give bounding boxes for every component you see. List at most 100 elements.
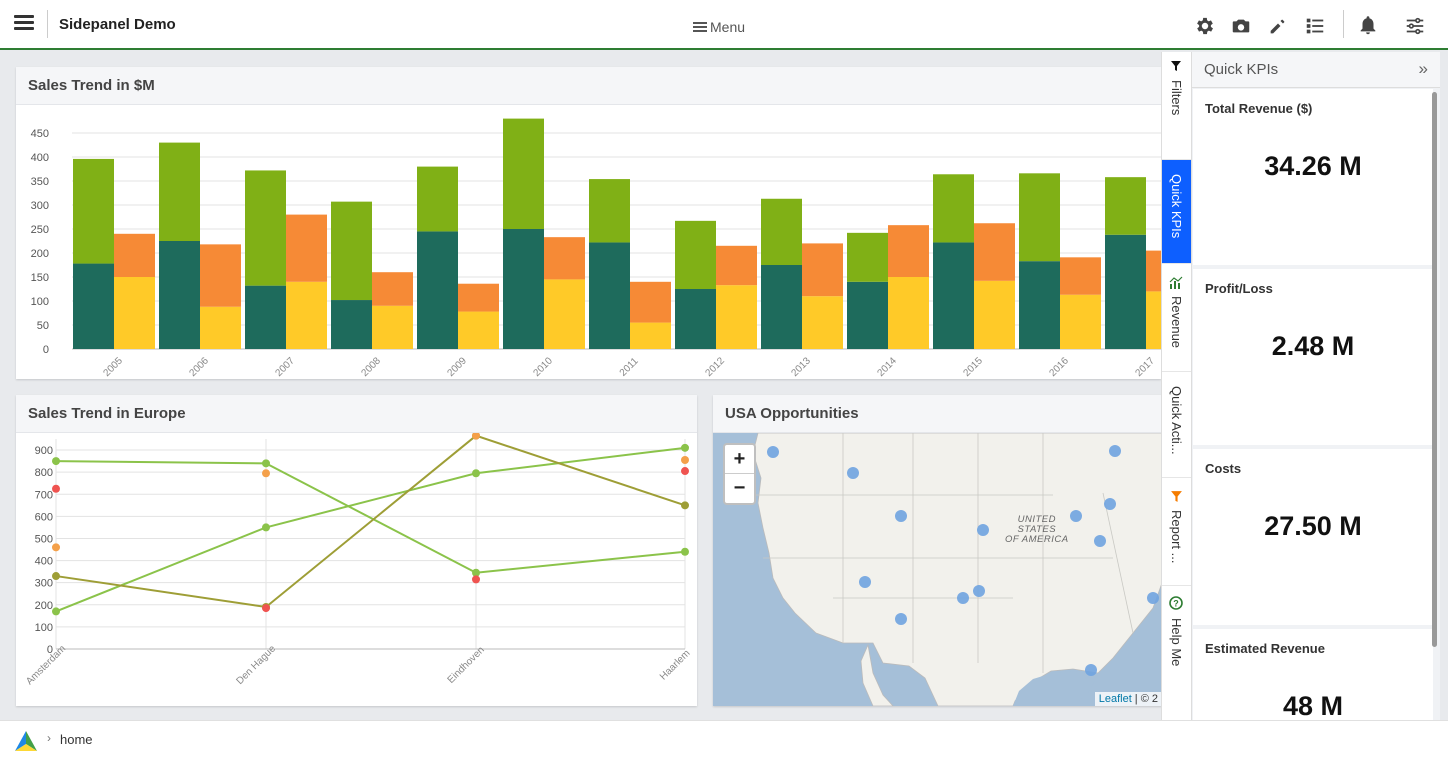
- y-tick-label: 400: [31, 152, 49, 164]
- y-tick-label: 250: [31, 224, 49, 236]
- tab-label: Quick Acti...: [1169, 386, 1184, 455]
- map-marker: [847, 467, 859, 479]
- y-tick-label: 100: [35, 622, 53, 634]
- bar: [73, 263, 114, 349]
- kpi-scrollbar[interactable]: [1432, 92, 1437, 647]
- pencil-icon[interactable]: [1267, 15, 1289, 37]
- attribution-text: | © 2: [1131, 693, 1158, 705]
- y-tick-label: 700: [35, 489, 53, 501]
- data-point: [472, 469, 480, 478]
- x-tick-label: 2006: [187, 355, 211, 379]
- x-tick-label: 2010: [531, 355, 555, 379]
- bar: [761, 265, 802, 349]
- bar: [1146, 291, 1161, 349]
- y-tick-label: 0: [43, 344, 49, 356]
- y-tick-label: 350: [31, 176, 49, 188]
- logo-icon[interactable]: [13, 730, 39, 752]
- card-title: Sales Trend in Europe: [16, 395, 697, 433]
- bar: [114, 277, 155, 349]
- hamburger-menu-icon[interactable]: [14, 15, 34, 33]
- data-point: [52, 543, 60, 552]
- usa-map-card: USA Opportunities UNITED STATES OF AMERI…: [713, 395, 1162, 706]
- kpi-panel-title: Quick KPIs: [1204, 61, 1279, 78]
- data-point: [681, 443, 689, 452]
- bar: [1019, 173, 1060, 262]
- bar: [675, 289, 716, 349]
- tab-filters[interactable]: Filters: [1162, 52, 1192, 160]
- zoom-out-button[interactable]: −: [725, 474, 754, 503]
- divider: [1343, 10, 1344, 38]
- camera-icon[interactable]: [1230, 15, 1252, 37]
- map-marker: [1070, 510, 1082, 522]
- breadcrumb-home[interactable]: home: [60, 732, 93, 747]
- y-tick-label: 200: [31, 248, 49, 260]
- chart-icon: [1169, 276, 1183, 289]
- menu-label: Menu: [710, 19, 746, 35]
- bar: [458, 311, 499, 349]
- kpi-label: Profit/Loss: [1205, 281, 1273, 296]
- bar: [159, 241, 200, 349]
- kpi-card: Total Revenue ($) 34.26 M: [1193, 89, 1433, 265]
- data-point: [52, 457, 60, 466]
- kpi-value: 27.50 M: [1264, 511, 1362, 541]
- x-tick-label: 2007: [273, 355, 297, 379]
- map-marker: [767, 446, 779, 458]
- gear-icon[interactable]: [1194, 15, 1216, 37]
- bar: [286, 214, 327, 282]
- map-marker: [895, 510, 907, 522]
- data-point: [262, 604, 270, 613]
- tab-help-me[interactable]: ? Help Me: [1162, 590, 1192, 720]
- kpi-label: Costs: [1205, 461, 1242, 476]
- list-icon[interactable]: [1304, 15, 1326, 37]
- bar: [1060, 294, 1101, 349]
- data-point: [262, 469, 270, 478]
- bar: [417, 231, 458, 349]
- map-view[interactable]: UNITED STATES OF AMERICA + − Leaflet | ©…: [713, 433, 1162, 706]
- tab-quick-kpis[interactable]: Quick KPIs: [1162, 160, 1192, 264]
- bar: [544, 237, 585, 280]
- bar: [933, 242, 974, 349]
- bar: [716, 285, 757, 349]
- kpi-panel: Quick KPIs » Total Revenue ($) 34.26 M P…: [1191, 52, 1440, 720]
- kpi-card: Estimated Revenue 48 M: [1193, 629, 1433, 720]
- y-tick-label: 300: [35, 578, 53, 590]
- x-tick-label: 2008: [359, 355, 383, 379]
- map-marker: [1094, 535, 1106, 547]
- funnel-icon: [1171, 491, 1182, 502]
- bar: [245, 170, 286, 286]
- menu-button[interactable]: Menu: [693, 19, 745, 35]
- tab-reports[interactable]: Report ...: [1162, 482, 1192, 586]
- leaflet-link[interactable]: Leaflet: [1099, 693, 1132, 705]
- x-tick-label: 2009: [445, 355, 469, 379]
- kpi-label: Estimated Revenue: [1205, 641, 1325, 656]
- x-tick-label: 2012: [703, 355, 727, 379]
- x-tick-label: 2013: [789, 355, 813, 379]
- tab-revenue[interactable]: Revenue: [1162, 272, 1192, 372]
- zoom-in-button[interactable]: +: [725, 445, 754, 474]
- bar: [888, 277, 929, 349]
- data-point: [52, 607, 60, 616]
- map-marker: [973, 585, 985, 597]
- y-tick-label: 150: [31, 272, 49, 284]
- europe-line-chart: 0100200300400500600700800900Amsterdam Den…: [24, 433, 692, 687]
- bell-icon[interactable]: [1357, 14, 1379, 36]
- tab-quick-actions[interactable]: Quick Acti...: [1162, 372, 1192, 478]
- y-tick-label: 600: [35, 511, 53, 523]
- tab-label: Quick KPIs: [1169, 174, 1184, 239]
- bar: [589, 242, 630, 349]
- bar: [630, 322, 671, 349]
- bar: [1060, 257, 1101, 295]
- bar: [458, 283, 499, 312]
- map-marker: [1109, 445, 1121, 457]
- x-tick-label: 2017: [1133, 355, 1157, 379]
- europe-trend-card: Sales Trend in Europe 0 100 200 300 400 500 60…: [16, 395, 697, 706]
- kpi-value: 2.48 M: [1271, 331, 1355, 361]
- bar: [589, 179, 630, 243]
- map-marker: [1104, 498, 1116, 510]
- kpi-card: Profit/Loss 2.48 M: [1193, 269, 1433, 445]
- sliders-icon[interactable]: [1404, 15, 1426, 37]
- collapse-icon[interactable]: »: [1419, 59, 1428, 79]
- tab-label: Revenue: [1169, 296, 1184, 349]
- data-point: [52, 484, 60, 493]
- bar: [544, 279, 585, 349]
